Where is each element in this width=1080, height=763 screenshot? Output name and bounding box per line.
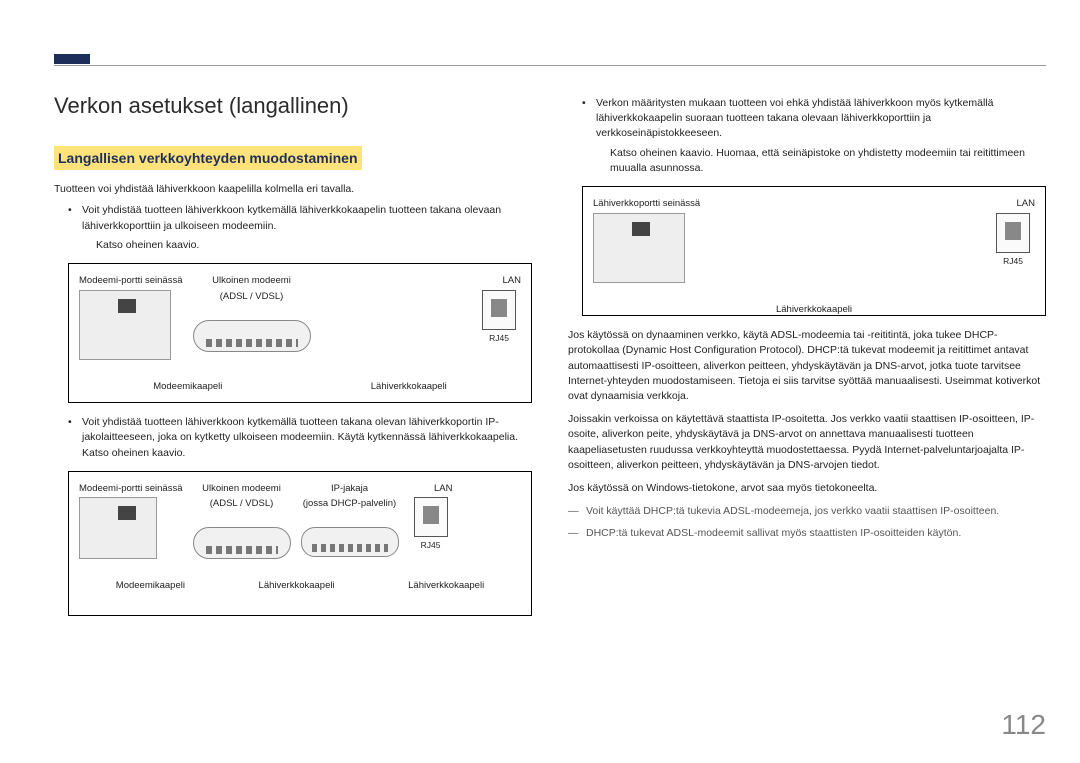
bullet-item: Verkon määritysten mukaan tuotteen voi e… [582,96,1046,176]
note-item: Voit käyttää DHCP:tä tukevia ADSL-modeem… [568,504,1046,519]
left-column: Verkon asetukset (langallinen) Langallis… [54,90,532,628]
diagram-label: Modeemi-portti seinässä [79,274,183,288]
diagram-label: LAN [409,482,453,496]
page-number: 112 [1001,709,1046,741]
paragraph-windows: Jos käytössä on Windows-tietokone, arvot… [568,481,1046,496]
diagram-label: (jossa DHCP-palvelin) [301,497,399,511]
paragraph-static: Joissakin verkoissa on käytettävä staatt… [568,412,1046,473]
ip-sharer-icon [301,527,399,557]
diagram-label: Ulkoinen modeemi [193,482,291,496]
diagram-label: LAN [991,197,1035,211]
paragraph-dhcp: Jos käytössä on dynaaminen verkko, käytä… [568,328,1046,404]
diagram-modem-sharer: Modeemi-portti seinässä Ulkoinen modeemi… [68,471,532,616]
bullet-subtext: Katso oheinen kaavio. Huomaa, että seinä… [610,146,1046,176]
bullet-text: Verkon määritysten mukaan tuotteen voi e… [596,97,993,139]
diagram-label: RJ45 [409,539,453,551]
bullet-text: Voit yhdistää tuotteen lähiverkkoon kytk… [82,204,501,231]
diagram-label: Lähiverkkokaapeli [776,303,852,317]
diagram-label: (ADSL / VDSL) [193,497,291,511]
modem-icon [193,527,291,559]
diagram-label: RJ45 [991,255,1035,267]
diagram-label: Modeemi-portti seinässä [79,482,183,496]
diagram-label: Lähiverkkokaapeli [371,380,447,394]
wall-plate-icon [593,213,685,283]
brand-mark [54,54,90,64]
modem-icon [193,320,311,352]
intro-text: Tuotteen voi yhdistää lähiverkkoon kaape… [54,182,532,197]
diagram-label: IP-jakaja [301,482,399,496]
diagram-label: RJ45 [477,332,521,344]
diagram-label: Lähiverkkokaapeli [259,579,335,593]
right-column: Verkon määritysten mukaan tuotteen voi e… [568,90,1046,628]
wall-plate-icon [79,497,157,559]
page-content: Verkon asetukset (langallinen) Langallis… [54,90,1046,628]
rj45-port-icon [996,213,1030,253]
diagram-label: Modeemikaapeli [153,380,222,394]
bullet-item: Voit yhdistää tuotteen lähiverkkoon kytk… [68,203,532,253]
horizontal-rule [54,65,1046,66]
diagram-modem-direct: Modeemi-portti seinässä Ulkoinen modeemi… [68,263,532,403]
page-title: Verkon asetukset (langallinen) [54,90,532,122]
bullet-text: Voit yhdistää tuotteen lähiverkkoon kytk… [82,416,518,458]
bullet-subtext: Katso oheinen kaavio. [96,238,532,253]
wall-plate-icon [79,290,171,360]
diagram-wall-direct: Lähiverkkoportti seinässä LAN RJ45 Lähiv… [582,186,1046,316]
diagram-label: LAN [477,274,521,288]
note-item: DHCP:tä tukevat ADSL-modeemit sallivat m… [568,526,1046,541]
section-heading: Langallisen verkkoyhteyden muodostaminen [54,146,362,170]
diagram-label: Lähiverkkoportti seinässä [593,197,700,211]
diagram-label: Ulkoinen modeemi [193,274,311,288]
bullet-item: Voit yhdistää tuotteen lähiverkkoon kytk… [68,415,532,461]
diagram-label: Lähiverkkokaapeli [408,579,484,593]
rj45-port-icon [414,497,448,537]
rj45-port-icon [482,290,516,330]
diagram-label: Modeemikaapeli [116,579,185,593]
diagram-label: (ADSL / VDSL) [193,290,311,304]
